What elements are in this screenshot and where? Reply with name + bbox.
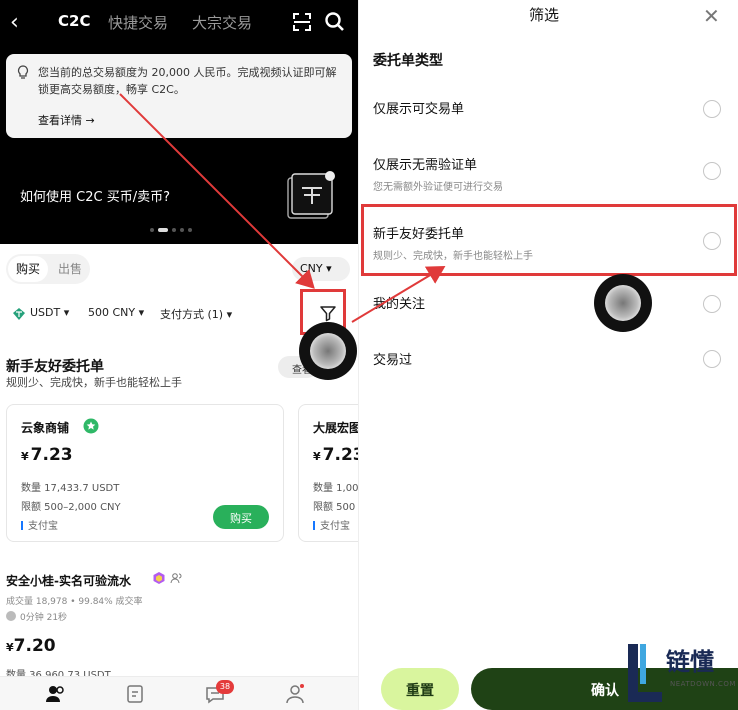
offer-quantity: 数量 17,433.7 USDT [21,483,120,494]
touch-indicator [594,274,652,332]
offer-card[interactable]: 大展宏图 ¥7.23 数量 1,00 限额 500 支付宝 [298,404,358,542]
highlight-box [361,204,737,276]
banner-pagination [150,228,192,232]
logo-mark-icon [628,644,662,702]
coin-filter[interactable]: USDT ▾ [30,306,69,319]
avg-time: 0分钟 21秒 [6,610,67,623]
usdt-icon [13,308,25,320]
filter-drawer: 筛选 ✕ 委托单类型 仅展示可交易单 仅展示无需验证单 您无需额外验证便可进行交… [358,0,738,710]
buy-sell-toggle: 购买 出售 [6,254,91,284]
orders-icon[interactable] [124,683,146,705]
merchant-name: 大展宏图 [313,421,358,435]
filter-bar: USDT ▾ 500 CNY ▾ 支付方式 (1) ▾ [12,306,292,322]
buy-button[interactable]: 购买 [213,505,269,529]
offer-limit: 限额 500–2,000 CNY [21,502,121,513]
order-type-heading: 委托单类型 [373,53,443,69]
touch-indicator [299,322,357,380]
merchant-name: 云象商铺 [21,421,70,435]
tether-coin-icon [287,171,335,219]
tab-buy[interactable]: 购买 [8,256,49,282]
radio-button[interactable] [703,295,721,313]
c2c-market-screen: ‹ C2C 快捷交易 大宗交易 您当前的总交易额度为 20,000 人民币。完成… [0,0,358,710]
profile-icon[interactable] [284,683,306,705]
radio-button[interactable] [703,100,721,118]
close-icon[interactable]: ✕ [703,4,720,28]
offer-card[interactable]: 云象商铺 ¥7.23 数量 17,433.7 USDT 限额 500–2,000… [6,404,284,542]
merchant-stats: 成交量 18,978 • 99.84% 成交率 [6,597,143,607]
option-my-follows[interactable]: 我的关注 [373,293,735,313]
option-tradable-only[interactable]: 仅展示可交易单 [373,98,735,118]
scan-icon[interactable] [292,12,312,32]
view-details-link[interactable]: 查看详情 → [38,112,95,128]
payment-method: 支付宝 [313,517,350,532]
notice-message: 您当前的总交易额度为 20,000 人民币。完成视频认证即可解锁更高交易额度，畅… [38,66,337,96]
reset-button[interactable]: 重置 [381,668,459,710]
drawer-title: 筛选 [529,6,560,24]
verified-badge-icon [83,418,99,434]
user-group-icon [170,573,182,584]
offer-price: ¥7.23 [21,445,73,465]
diamond-badge-icon [153,572,165,584]
tab-c2c[interactable]: C2C [58,12,90,30]
back-icon[interactable]: ‹ [10,10,19,35]
lightbulb-icon [17,65,29,79]
message-count-badge: 38 [216,680,234,694]
neatdown-logo: 链懂 NEATDOWN.COM [626,640,736,706]
tab-quick-trade[interactable]: 快捷交易 [108,12,168,33]
radio-button[interactable] [703,350,721,368]
amount-filter[interactable]: 500 CNY ▾ [88,306,144,319]
tab-block-trade[interactable]: 大宗交易 [192,12,252,33]
tab-sell[interactable]: 出售 [50,254,90,284]
p2p-users-icon[interactable] [44,683,66,705]
list-item[interactable]: 安全小桂-实名可验流水 成交量 18,978 • 99.84% 成交率 0分钟 … [6,572,356,681]
radio-button[interactable] [703,162,721,180]
offer-price: ¥7.20 [6,636,56,656]
section-title: 新手友好委托单 [6,359,104,375]
banner-title[interactable]: 如何使用 C2C 买币/卖币? [20,186,170,205]
currency-select[interactable]: CNY ▾ [292,257,350,281]
option-traded-before[interactable]: 交易过 [373,349,735,368]
offer-quantity: 数量 1,00 [313,483,358,494]
payment-method: 支付宝 [21,517,58,532]
payment-filter[interactable]: 支付方式 (1) ▾ [160,306,232,322]
option-no-verification[interactable]: 仅展示无需验证单 您无需额外验证便可进行交易 [373,154,735,193]
search-icon[interactable] [324,11,346,33]
top-nav: ‹ C2C 快捷交易 大宗交易 [0,8,358,38]
limit-notice: 您当前的总交易额度为 20,000 人民币。完成视频认证即可解锁更高交易额度，畅… [6,54,352,138]
offer-price: ¥7.23 [313,445,358,465]
offer-limit: 限额 500 [313,502,356,513]
bottom-nav [0,676,358,710]
section-subtitle: 规则少、完成快，新手也能轻松上手 [6,376,182,389]
